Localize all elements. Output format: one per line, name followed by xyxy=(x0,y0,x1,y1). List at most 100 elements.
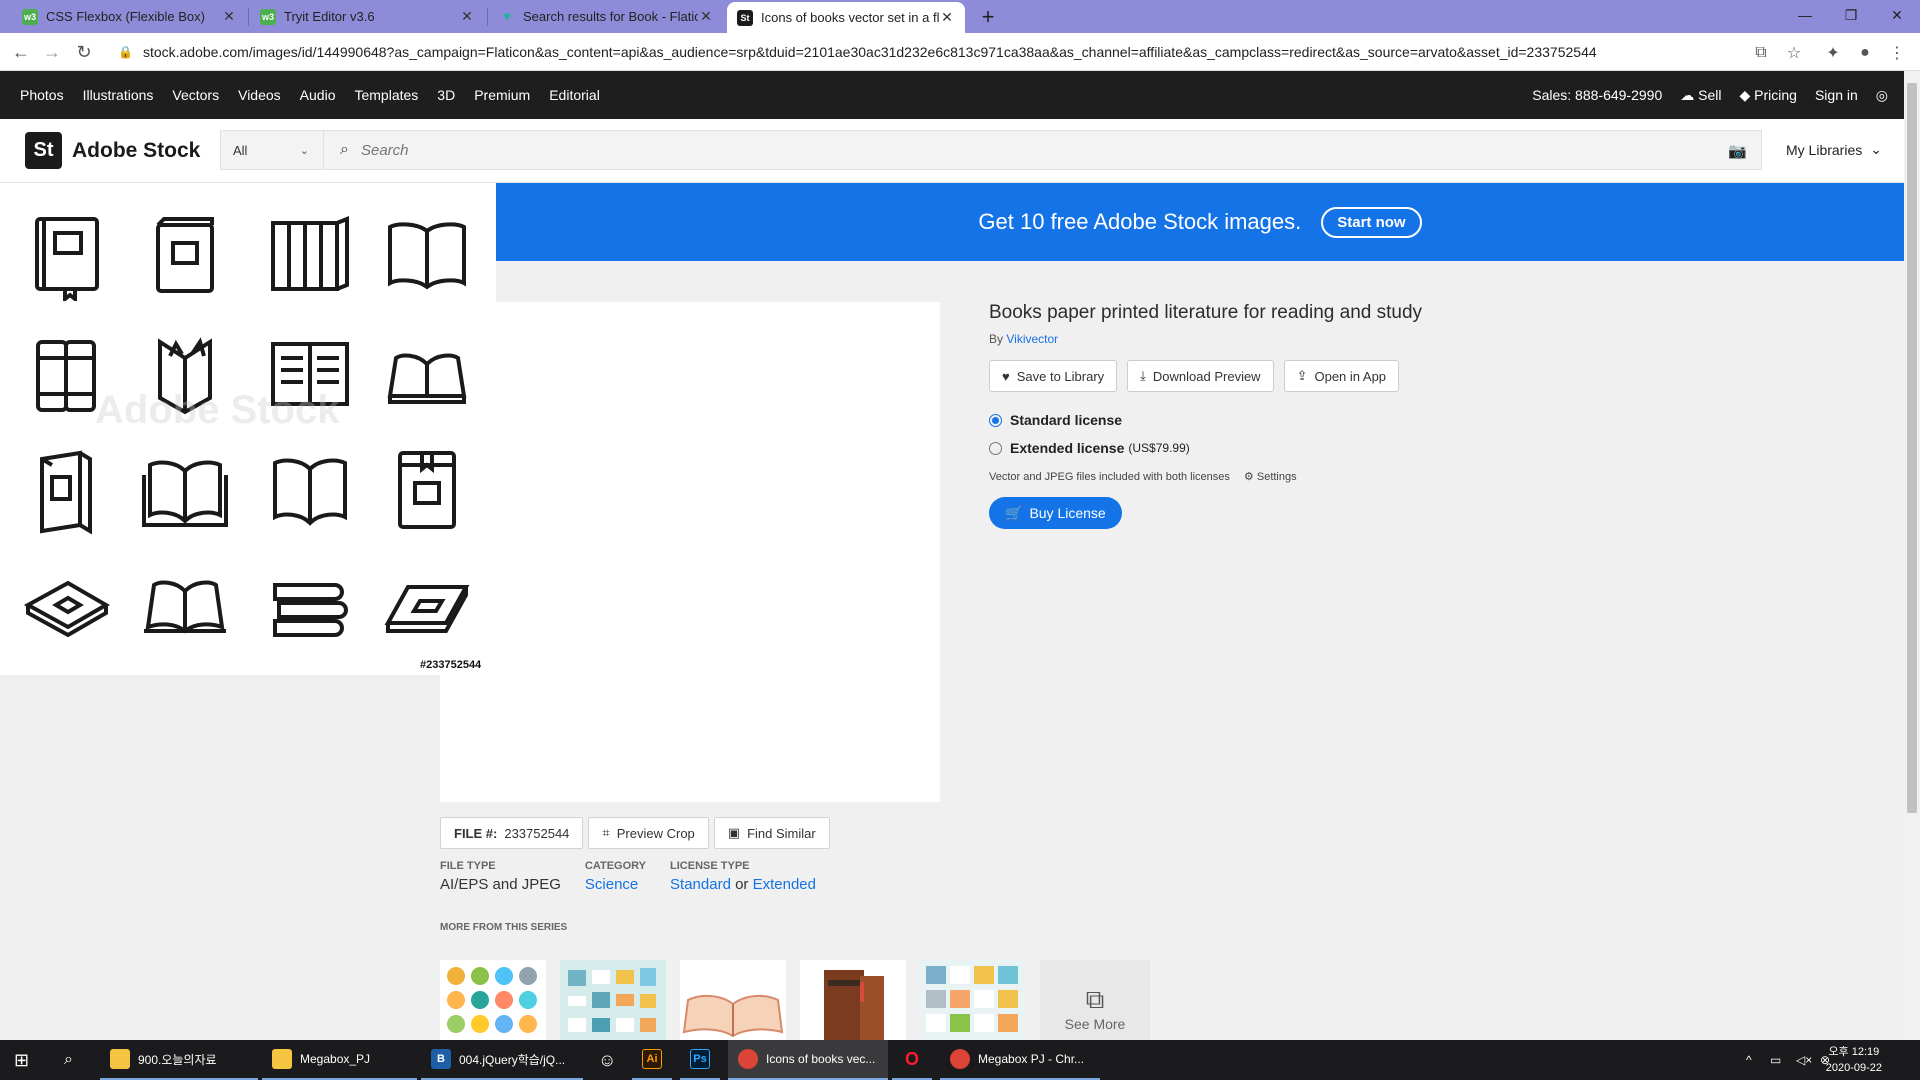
close-icon[interactable]: ✕ xyxy=(221,8,237,25)
nav-videos[interactable]: Videos xyxy=(238,87,281,103)
asset-id-label: #233752544 xyxy=(420,659,482,671)
start-now-button[interactable]: Start now xyxy=(1321,206,1422,238)
file-number-label: FILE #: xyxy=(454,825,498,841)
search-button[interactable]: ⌕ xyxy=(54,1040,83,1080)
series-thumbnail[interactable] xyxy=(560,960,666,1040)
nav-photos[interactable]: Photos xyxy=(20,87,64,103)
my-libraries-dropdown[interactable]: My Libraries ⌄ xyxy=(1786,141,1882,158)
back-icon[interactable]: ← xyxy=(9,40,33,64)
file-type-value: AI/EPS and JPEG xyxy=(440,876,561,893)
nav-3d[interactable]: 3D xyxy=(437,87,455,103)
taskbar-illustrator[interactable]: Ai xyxy=(632,1040,672,1080)
tab-title: Tryit Editor v3.6 xyxy=(284,9,375,24)
nav-templates[interactable]: Templates xyxy=(354,87,418,103)
buy-license-button[interactable]: 🛒 Buy License xyxy=(989,497,1122,529)
author-link[interactable]: Vikivector xyxy=(1006,332,1058,346)
preview-crop-button[interactable]: ⌗ Preview Crop xyxy=(588,817,709,849)
search-input[interactable] xyxy=(360,141,1661,159)
extended-license-option[interactable]: Extended license (US$79.99) xyxy=(989,440,1689,456)
folder-icon xyxy=(272,1049,292,1069)
series-thumbnail[interactable] xyxy=(920,960,1026,1040)
address-bar: ← → ↻ 🔒 stock.adobe.com/images/id/144990… xyxy=(0,33,1920,71)
banner-text: Get 10 free Adobe Stock images. xyxy=(978,209,1302,234)
tab-tryit-editor[interactable]: w3 Tryit Editor v3.6 ✕ xyxy=(250,0,485,33)
nav-audio[interactable]: Audio xyxy=(300,87,336,103)
close-icon[interactable]: ✕ xyxy=(939,9,955,26)
url-field[interactable]: 🔒 stock.adobe.com/images/id/144990648?as… xyxy=(108,38,1758,66)
chevron-down-icon: ⌄ xyxy=(1870,141,1882,157)
creative-cloud-icon[interactable]: ◎ xyxy=(1876,87,1888,104)
series-thumbnail[interactable] xyxy=(680,960,786,1040)
tab-adobe-stock-active[interactable]: St Icons of books vector set in a fl ✕ xyxy=(727,2,965,33)
series-thumbnail[interactable] xyxy=(800,960,906,1040)
sign-in-link[interactable]: Sign in xyxy=(1815,87,1858,103)
start-button[interactable]: ⊞ xyxy=(4,1040,39,1080)
flaticon-icon: ▼ xyxy=(500,9,514,24)
bookmark-star-icon[interactable]: ☆ xyxy=(1783,42,1805,64)
taskbar-item-folder[interactable]: 900.오늘의자료 xyxy=(100,1040,258,1080)
new-tab-button[interactable]: + xyxy=(976,4,1000,30)
extended-license-radio[interactable] xyxy=(989,441,1002,455)
nav-vectors[interactable]: Vectors xyxy=(172,87,219,103)
tab-css-flexbox[interactable]: w3 CSS Flexbox (Flexible Box) ✕ xyxy=(12,0,247,33)
standard-license-option[interactable]: Standard license xyxy=(989,412,1689,428)
reload-icon[interactable]: ↻ xyxy=(72,40,96,64)
category-link[interactable]: Science xyxy=(585,876,638,893)
taskbar-photoshop[interactable]: Ps xyxy=(680,1040,720,1080)
forward-icon[interactable]: → xyxy=(40,40,64,64)
profile-icon[interactable]: ● xyxy=(1854,42,1876,64)
restore-icon[interactable]: ❐ xyxy=(1828,0,1874,30)
taskbar-opera[interactable]: O xyxy=(892,1040,932,1080)
license-type-col: LICENSE TYPE Standard or Extended xyxy=(670,860,816,893)
license-extended-link[interactable]: Extended xyxy=(753,876,816,893)
taskbar-label: Megabox_PJ xyxy=(300,1052,371,1066)
tab-title: Icons of books vector set in a fl xyxy=(761,10,939,25)
find-similar-button[interactable]: ▣ Find Similar xyxy=(713,817,830,849)
sales-phone: Sales: 888-649-2990 xyxy=(1532,87,1663,103)
extended-price: (US$79.99) xyxy=(1128,441,1190,455)
extensions-icon[interactable]: ✦ xyxy=(1822,42,1844,64)
taskbar-item-chrome-active[interactable]: Icons of books vec... xyxy=(728,1040,888,1080)
close-icon[interactable]: ✕ xyxy=(459,8,475,25)
settings-link[interactable]: ⚙ Settings xyxy=(1244,470,1297,483)
translate-icon[interactable]: ⧉ xyxy=(1750,42,1772,64)
nav-editorial[interactable]: Editorial xyxy=(549,87,600,103)
book-open-pages-icon xyxy=(265,445,355,535)
nav-illustrations[interactable]: Illustrations xyxy=(83,87,154,103)
asset-preview-image[interactable]: Adobe Stock #233752544 xyxy=(0,183,496,675)
sell-link[interactable]: ☁ Sell xyxy=(1680,87,1721,104)
tab-title: Search results for Book - Flatico xyxy=(523,9,698,24)
save-to-library-button[interactable]: ♥ Save to Library xyxy=(989,360,1118,392)
close-icon[interactable]: ✕ xyxy=(698,8,714,25)
preview-crop-label: Preview Crop xyxy=(616,825,695,841)
adobe-stock-icon: St xyxy=(737,9,753,26)
taskbar-label: 900.오늘의자료 xyxy=(138,1052,217,1067)
share-icon: ⇪ xyxy=(1296,368,1308,383)
taskbar-emoji-app[interactable]: ☺ xyxy=(588,1040,626,1080)
pricing-link[interactable]: ◆ Pricing xyxy=(1740,87,1797,104)
system-clock[interactable]: 오후 12:19 2020-09-22 xyxy=(1826,1044,1882,1076)
tab-flaticon-search[interactable]: ▼ Search results for Book - Flatico ✕ xyxy=(489,0,724,33)
nav-premium[interactable]: Premium xyxy=(474,87,530,103)
series-thumbnail[interactable] xyxy=(440,960,546,1040)
taskbar-item-folder-megabox[interactable]: Megabox_PJ xyxy=(262,1040,417,1080)
adobe-stock-logo[interactable]: St Adobe Stock xyxy=(25,132,200,169)
minimize-icon[interactable]: — xyxy=(1782,0,1828,30)
watermark: Adobe Stock xyxy=(95,388,340,432)
search-bar: ⌕ 📷 xyxy=(324,130,1762,170)
scrollbar-thumb[interactable] xyxy=(1907,83,1917,813)
standard-license-radio[interactable] xyxy=(989,413,1002,427)
download-preview-button[interactable]: ⤓ Download Preview xyxy=(1127,360,1274,392)
license-standard-link[interactable]: Standard xyxy=(670,876,731,893)
camera-icon[interactable]: 📷 xyxy=(1728,142,1747,160)
menu-icon[interactable]: ⋮ xyxy=(1886,42,1908,64)
taskbar-item-editor[interactable]: B 004.jQuery학습/jQ... xyxy=(421,1040,583,1080)
crop-icon: ⌗ xyxy=(602,825,610,840)
page-scrollbar[interactable] xyxy=(1904,71,1920,1040)
tray-chevron[interactable]: ^ xyxy=(1736,1040,1762,1080)
close-window-icon[interactable]: ✕ xyxy=(1874,0,1920,30)
taskbar-item-chrome-megabox[interactable]: Megabox PJ - Chr... xyxy=(940,1040,1100,1080)
search-scope-select[interactable]: All ⌄ xyxy=(220,130,324,170)
see-more-button[interactable]: ⧉ See More xyxy=(1040,960,1150,1040)
open-in-app-button[interactable]: ⇪ Open in App xyxy=(1283,360,1400,392)
